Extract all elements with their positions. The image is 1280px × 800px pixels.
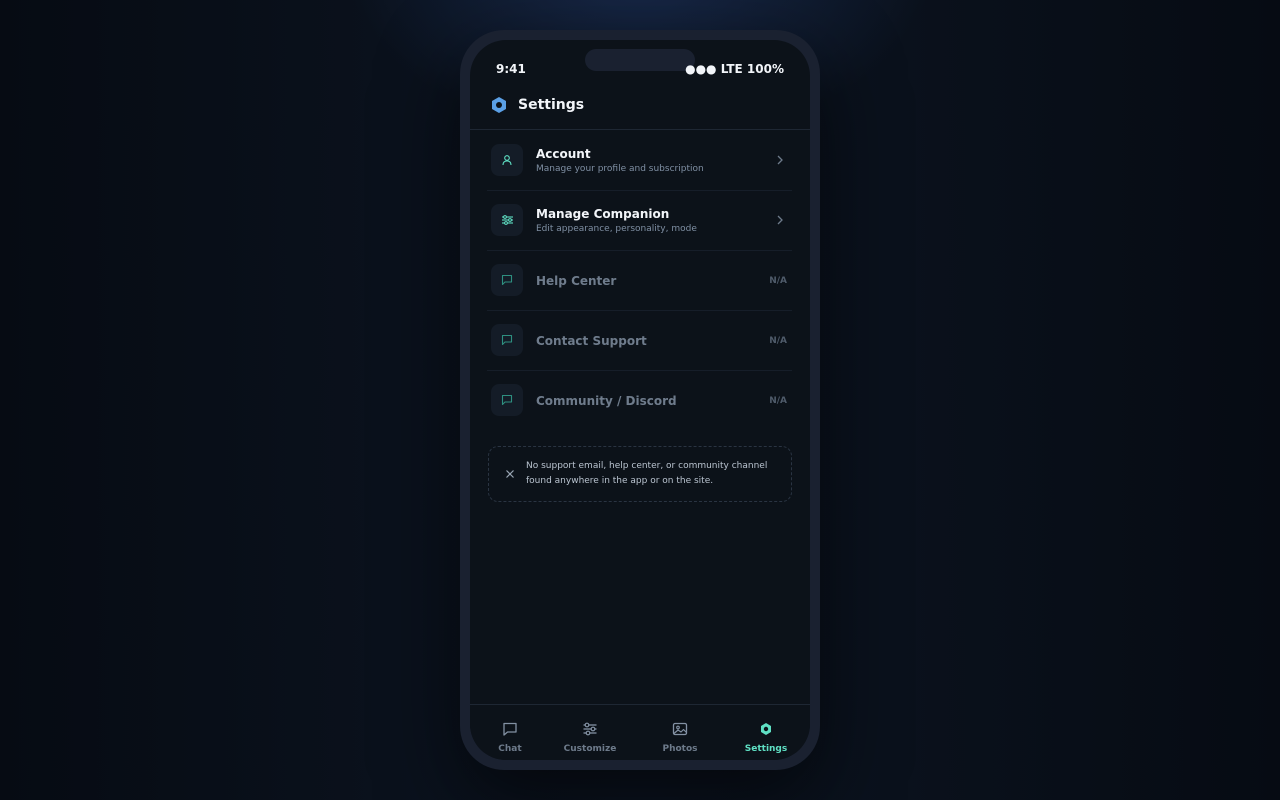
settings-item-icon-box xyxy=(491,384,523,416)
settings-list: Account Manage your profile and subscrip… xyxy=(487,131,792,430)
support-notice: No support email, help center, or commun… xyxy=(488,446,792,502)
hexagon-logo-icon xyxy=(492,97,506,113)
message-icon xyxy=(501,334,513,346)
hexagon-settings-icon xyxy=(761,723,771,735)
message-icon xyxy=(501,394,513,406)
status-badge: N/A xyxy=(769,276,787,286)
status-badge: N/A xyxy=(769,336,787,346)
settings-item-subtitle: Edit appearance, personality, mode xyxy=(536,224,697,234)
close-icon xyxy=(506,470,514,478)
settings-item-icon-box xyxy=(491,204,523,236)
settings-item-icon-box xyxy=(491,144,523,176)
settings-item-contact-support: Contact Support N/A xyxy=(487,311,792,371)
chevron-right-icon xyxy=(777,215,783,225)
status-bar: 9:41 ●●● LTE 100% xyxy=(470,40,810,80)
tab-label: Photos xyxy=(662,744,698,754)
image-icon xyxy=(672,722,688,736)
settings-item-community-discord: Community / Discord N/A xyxy=(487,371,792,430)
tab-label: Settings xyxy=(744,744,788,754)
settings-item-title: Contact Support xyxy=(536,334,647,348)
tab-settings[interactable]: Settings xyxy=(726,705,806,760)
user-icon xyxy=(502,155,512,166)
bottom-tab-bar: Chat Customize Photos Settings xyxy=(470,704,810,760)
status-badge: N/A xyxy=(769,396,787,406)
page-header: Settings xyxy=(470,80,810,130)
phone-frame: 9:41 ●●● LTE 100% Settings Account Manag… xyxy=(460,30,820,770)
status-signal: ●●● LTE 100% xyxy=(685,62,784,76)
status-time: 9:41 xyxy=(496,62,526,76)
settings-item-title: Manage Companion xyxy=(536,207,670,221)
message-icon xyxy=(501,274,513,286)
settings-item-subtitle: Manage your profile and subscription xyxy=(536,164,704,174)
settings-item-icon-box xyxy=(491,264,523,296)
settings-item-title: Help Center xyxy=(536,274,617,288)
settings-item-account[interactable]: Account Manage your profile and subscrip… xyxy=(487,131,792,191)
settings-item-title: Account xyxy=(536,147,591,161)
sliders-icon xyxy=(501,215,513,225)
sliders-icon xyxy=(583,722,597,736)
tab-label: Chat xyxy=(498,744,522,754)
app-screen: 9:41 ●●● LTE 100% Settings Account Manag… xyxy=(470,40,810,760)
page-title: Settings xyxy=(518,97,585,113)
chat-icon xyxy=(503,722,517,736)
dynamic-island xyxy=(585,49,695,71)
settings-item-help-center: Help Center N/A xyxy=(487,251,792,311)
settings-item-manage-companion[interactable]: Manage Companion Edit appearance, person… xyxy=(487,191,792,251)
tab-chat[interactable]: Chat xyxy=(470,705,550,760)
tab-photos[interactable]: Photos xyxy=(640,705,720,760)
tab-customize[interactable]: Customize xyxy=(550,705,630,760)
settings-item-icon-box xyxy=(491,324,523,356)
chevron-right-icon xyxy=(777,155,783,165)
tab-label: Customize xyxy=(563,744,617,754)
notice-text: No support email, help center, or commun… xyxy=(526,461,768,486)
settings-item-title: Community / Discord xyxy=(536,394,677,408)
